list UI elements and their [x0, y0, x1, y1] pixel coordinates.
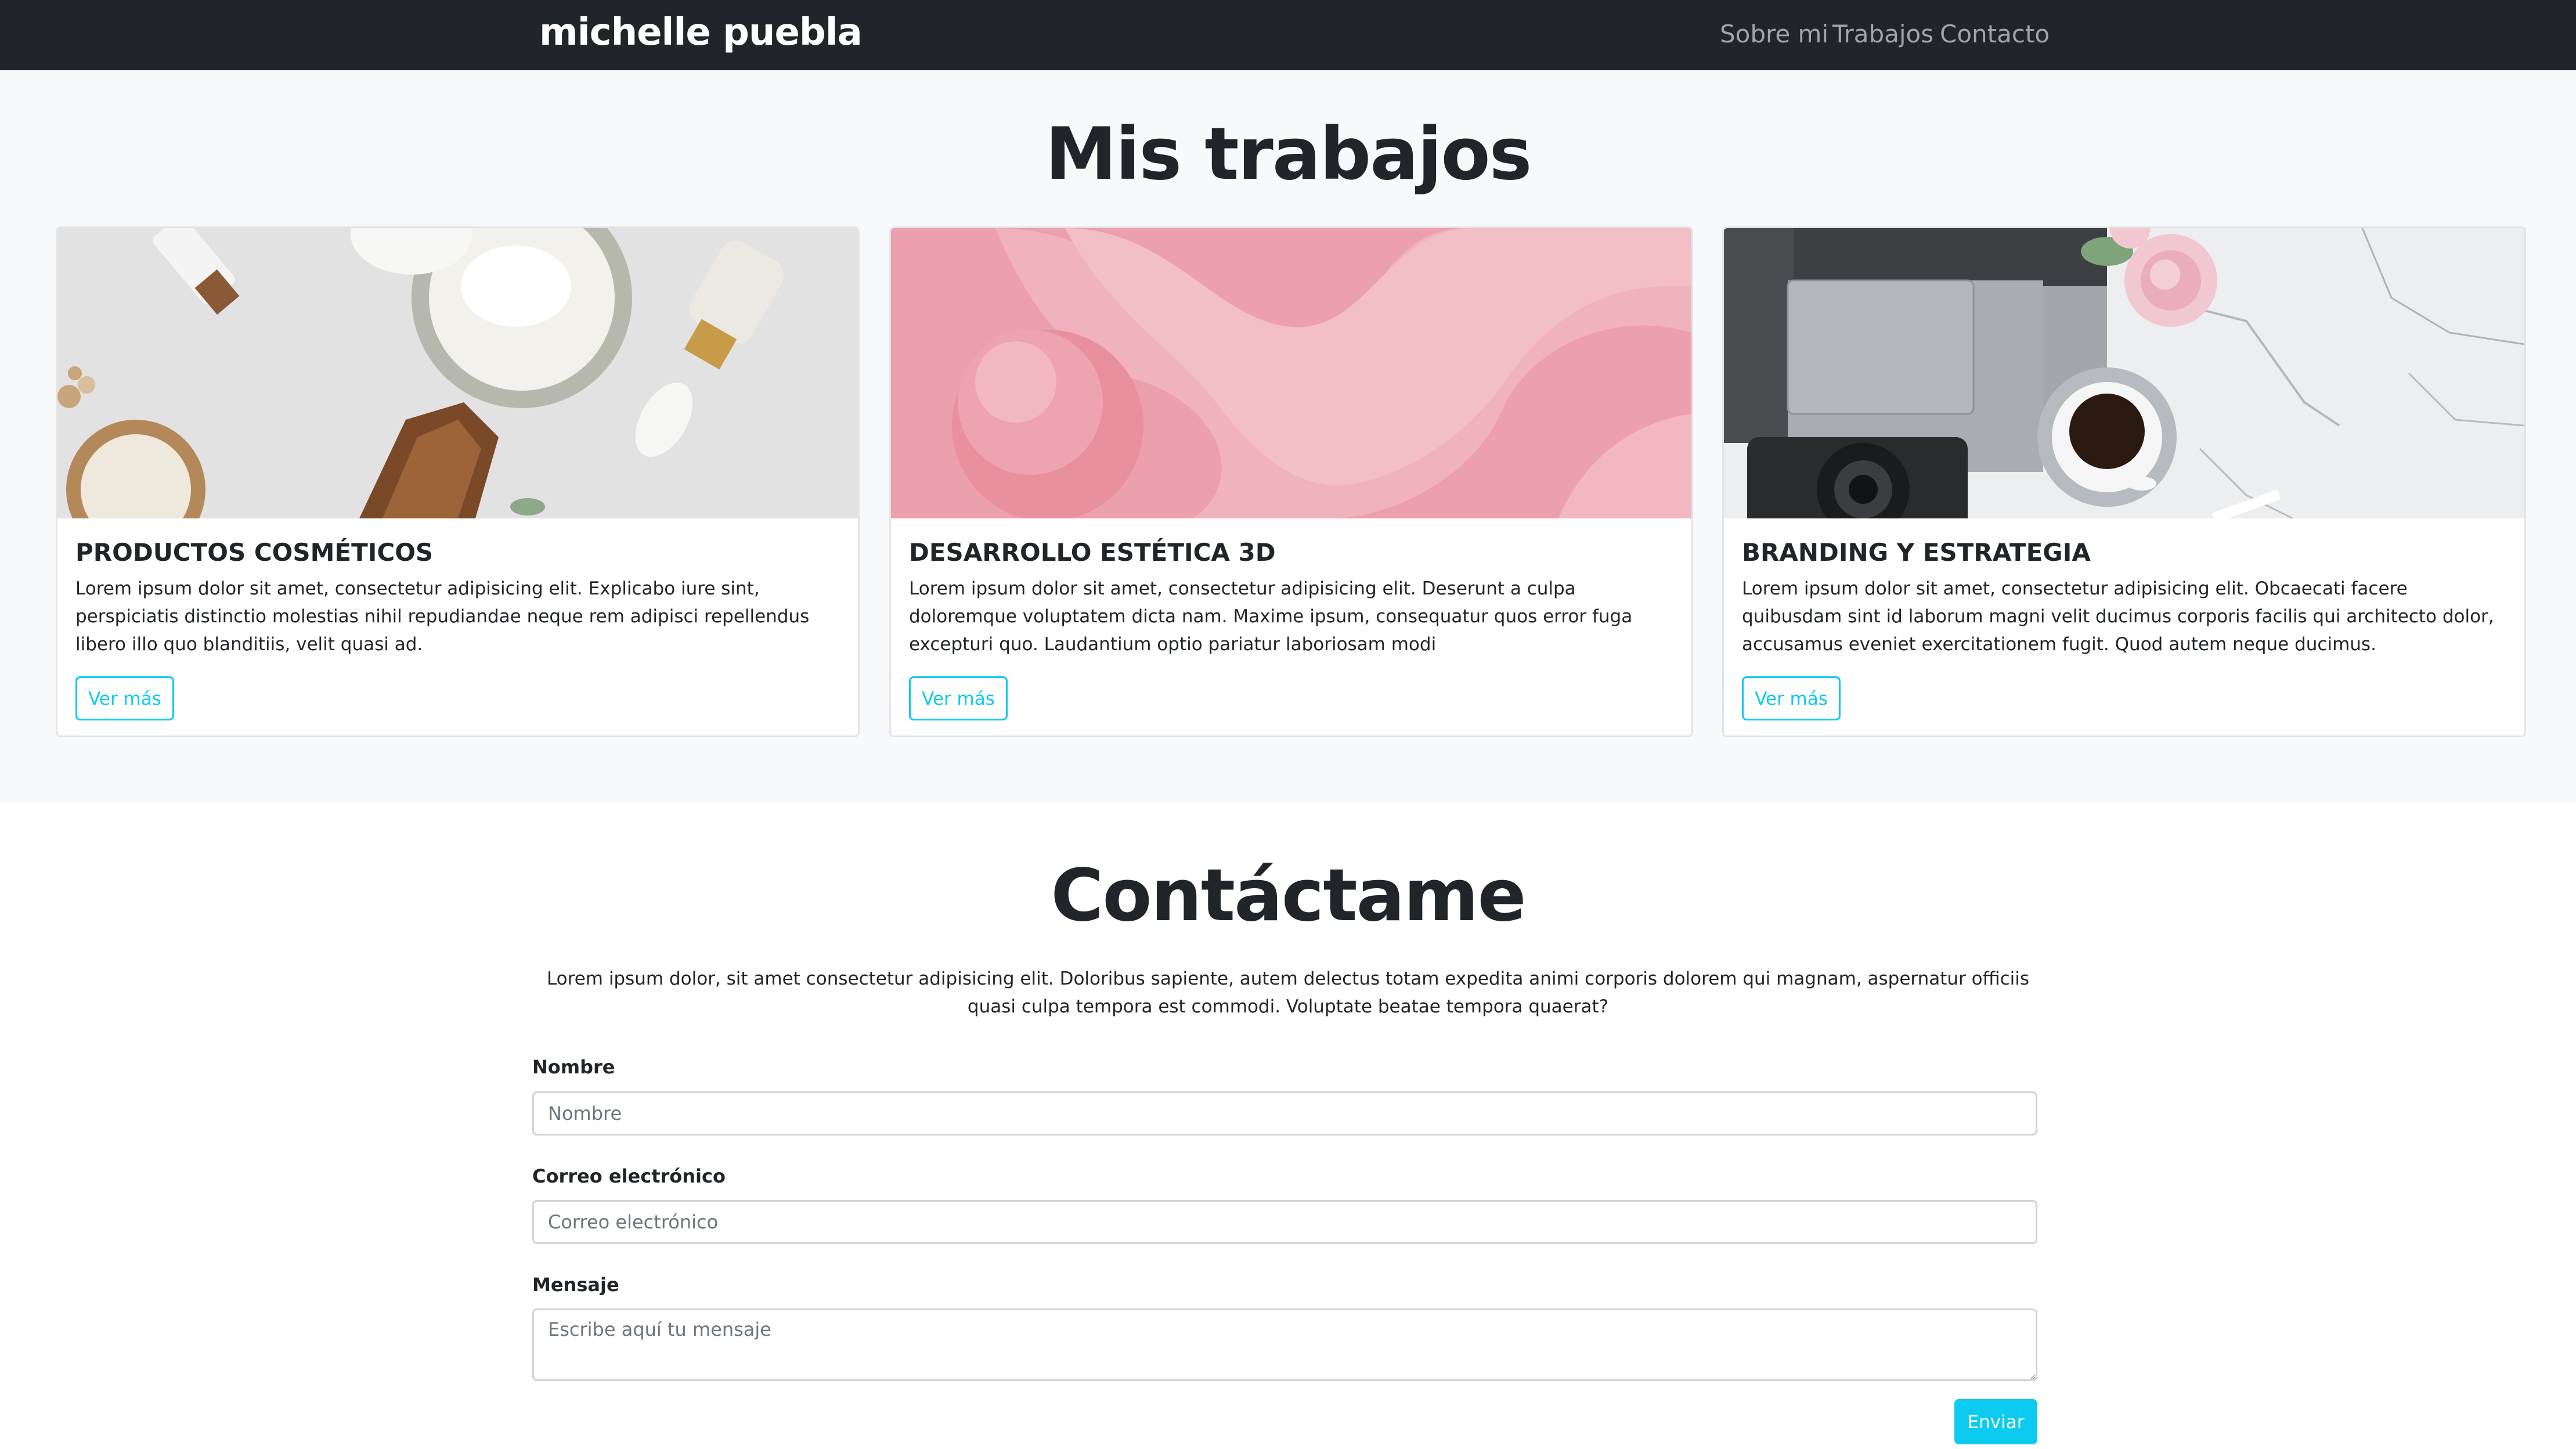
cosmetics-photo: [57, 228, 858, 518]
message-label: Mensaje: [532, 1274, 619, 1296]
works-title: Mis trabajos: [1045, 113, 1532, 196]
card-title: PRODUCTOS COSMÉTICOS: [75, 538, 434, 567]
work-card: DESARROLLO ESTÉTICA 3D Lorem ipsum dolor…: [889, 226, 1693, 737]
ver-mas-button[interactable]: Ver más: [909, 676, 1008, 720]
navbar: michelle puebla Sobre mi Trabajos Contac…: [0, 0, 2576, 70]
ver-mas-button[interactable]: Ver más: [1742, 676, 1841, 720]
card-text: Lorem ipsum dolor sit amet, consectetur …: [909, 578, 1633, 655]
email-label: Correo electrónico: [532, 1165, 726, 1187]
laptop-coffee-desk-photo: [1724, 228, 2524, 518]
email-input[interactable]: [532, 1200, 2037, 1244]
nav-link-contacto[interactable]: Contacto: [1940, 17, 2050, 51]
contact-description: Lorem ipsum dolor, sit amet consectetur …: [546, 968, 2030, 1017]
brand-logo[interactable]: michelle puebla: [539, 8, 863, 57]
submit-button[interactable]: Enviar: [1954, 1399, 2037, 1444]
card-text: Lorem ipsum dolor sit amet, consectetur …: [1742, 578, 2494, 655]
nav-link-trabajos[interactable]: Trabajos: [1832, 17, 1933, 51]
pink-3d-shapes-photo: [891, 228, 1691, 518]
message-textarea[interactable]: [532, 1309, 2037, 1381]
name-label: Nombre: [532, 1056, 615, 1078]
card-text: Lorem ipsum dolor sit amet, consectetur …: [75, 578, 810, 655]
ver-mas-button[interactable]: Ver más: [75, 676, 174, 720]
nav-link-sobre-mi[interactable]: Sobre mi: [1720, 17, 1828, 51]
work-card: BRANDING Y ESTRATEGIA Lorem ipsum dolor …: [1722, 226, 2526, 737]
card-title: BRANDING Y ESTRATEGIA: [1742, 538, 2091, 567]
works-section: Mis trabajos PRODUCTOS COSMÉTICOS Lorem …: [0, 70, 2576, 803]
work-card: PRODUCTOS COSMÉTICOS Lorem ipsum dolor s…: [56, 226, 860, 737]
contact-title: Contáctame: [1051, 854, 1526, 938]
name-input[interactable]: [532, 1091, 2037, 1136]
card-title: DESARROLLO ESTÉTICA 3D: [909, 538, 1276, 567]
